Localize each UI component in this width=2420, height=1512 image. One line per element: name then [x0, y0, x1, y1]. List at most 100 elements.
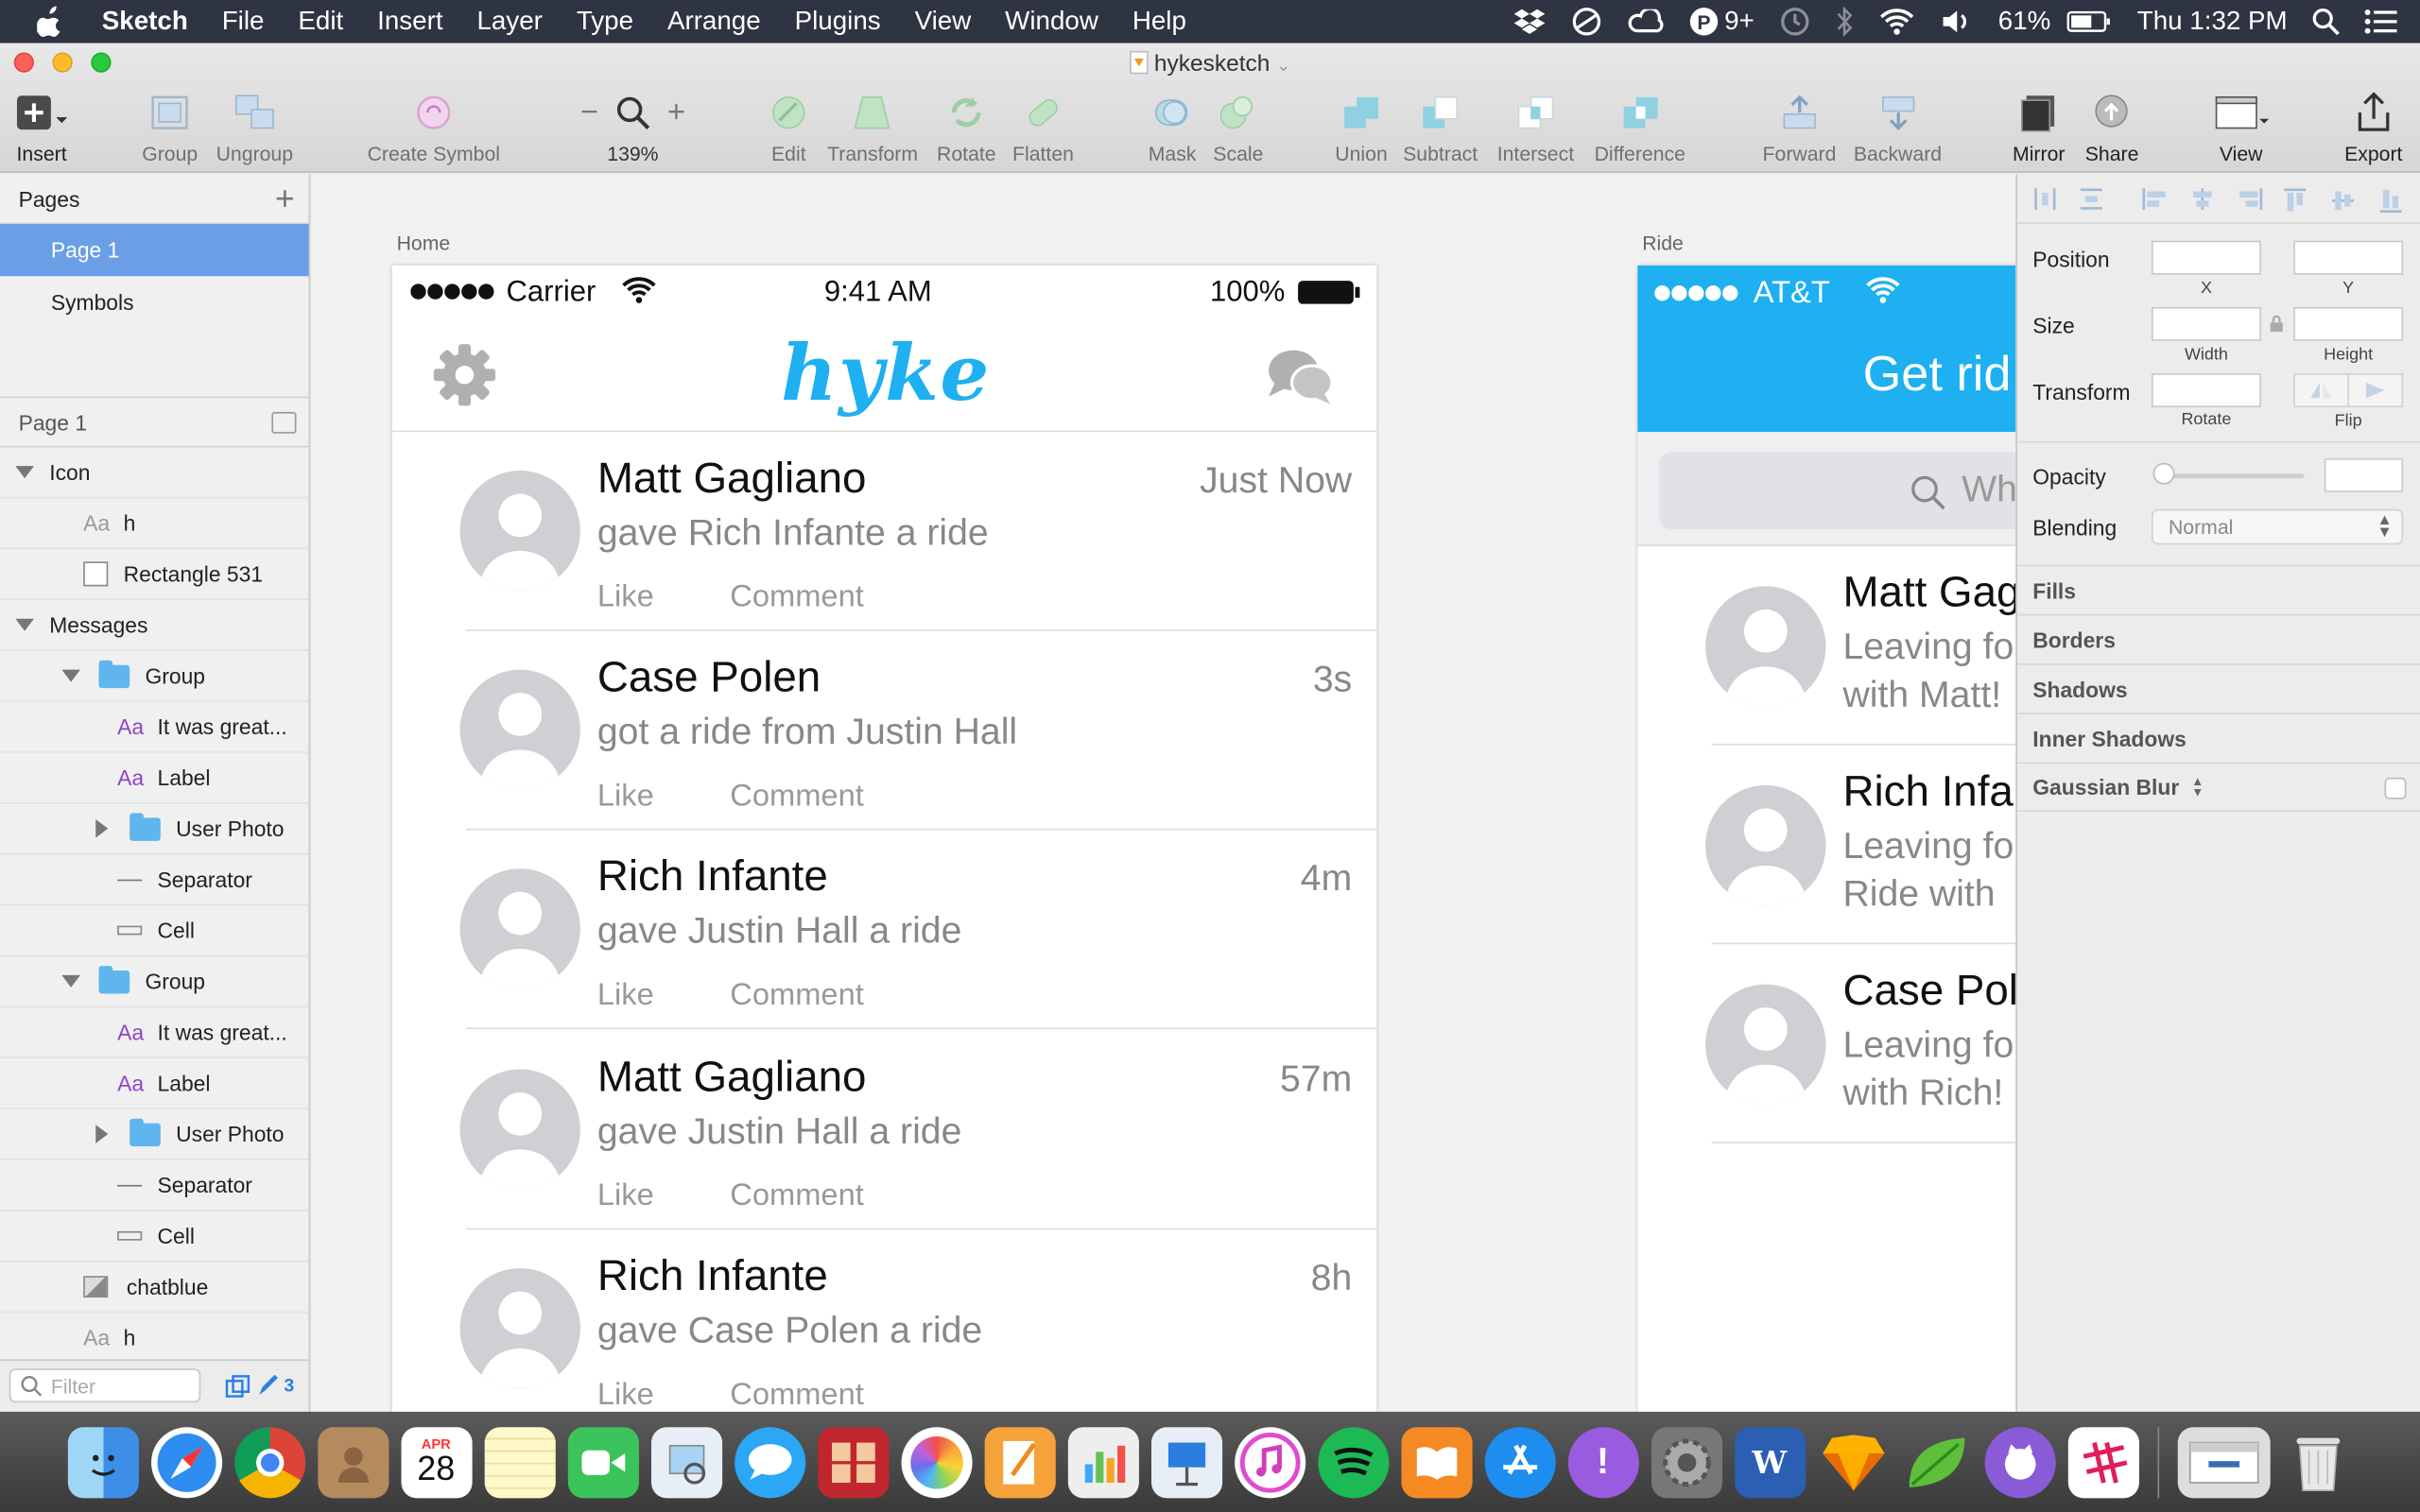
- layer-row[interactable]: Aa Label: [0, 1058, 309, 1109]
- settings-gear-icon[interactable]: [431, 341, 499, 409]
- github-icon[interactable]: [1983, 1426, 2055, 1498]
- ride-list-item[interactable]: Rich Infar Leaving fo Ride with: [1637, 746, 2016, 945]
- like-button[interactable]: Like: [597, 1378, 654, 1412]
- chrome-icon[interactable]: [233, 1426, 305, 1498]
- gaussian-blur-section[interactable]: Gaussian Blur ▲ ▼: [2016, 762, 2420, 812]
- ride-list-item[interactable]: Matt Gag Leaving fo with Matt!: [1637, 546, 2016, 746]
- leaf-app-icon[interactable]: [1901, 1426, 1972, 1497]
- width-input[interactable]: [2151, 306, 2261, 341]
- layer-row[interactable]: Rectangle 531: [0, 549, 309, 601]
- user-avatar[interactable]: [459, 1068, 580, 1190]
- user-avatar[interactable]: [1705, 985, 1826, 1106]
- time-machine-icon[interactable]: [1779, 7, 1810, 38]
- mirror-button[interactable]: Mirror: [2013, 90, 2065, 165]
- battery-icon[interactable]: [2066, 9, 2113, 34]
- menu-view[interactable]: View: [915, 7, 972, 38]
- comment-button[interactable]: Comment: [730, 780, 864, 816]
- itunes-icon[interactable]: [1234, 1426, 1305, 1498]
- artboard-home[interactable]: Carrier 9:41 AM 100% hyke Matt Gagliano g…: [391, 265, 1377, 1412]
- flip-horizontal-icon[interactable]: [2295, 374, 2349, 406]
- system-preferences-icon[interactable]: [1651, 1426, 1722, 1498]
- view-button[interactable]: View: [2213, 90, 2270, 165]
- clock[interactable]: Thu 1:32 PM: [2137, 7, 2288, 38]
- shadows-section[interactable]: Shadows: [2016, 663, 2420, 713]
- wifi-icon[interactable]: [1877, 8, 1914, 35]
- distribute-vertical-icon[interactable]: [2079, 187, 2103, 212]
- like-button[interactable]: Like: [597, 780, 654, 816]
- opacity-slider[interactable]: [2159, 473, 2305, 479]
- menu-file[interactable]: File: [222, 7, 265, 38]
- preview-icon[interactable]: [650, 1426, 722, 1498]
- spotify-icon[interactable]: [1317, 1426, 1389, 1498]
- scale-button[interactable]: Scale: [1213, 90, 1263, 165]
- feed-user-name[interactable]: Rich Infante: [597, 852, 828, 902]
- feed-item[interactable]: Rich Infante gave Justin Hall a ride 4m Lik…: [392, 831, 1377, 1030]
- layer-row[interactable]: User Photo: [0, 804, 309, 855]
- page-item-page-1[interactable]: Page 1: [0, 223, 309, 277]
- union-button[interactable]: Union: [1335, 90, 1388, 165]
- flatten-button[interactable]: Flatten: [1012, 90, 1074, 165]
- zoom-control[interactable]: − + 139%: [580, 90, 685, 164]
- sync-icon[interactable]: [1571, 7, 1602, 38]
- opacity-input[interactable]: [2324, 457, 2404, 492]
- feed-item[interactable]: Matt Gagliano gave Rich Infante a ride Jus…: [392, 432, 1377, 631]
- flip-vertical-icon[interactable]: [2349, 375, 2402, 406]
- layer-row[interactable]: Aa h: [0, 498, 309, 550]
- notification-center-icon[interactable]: [2364, 9, 2398, 34]
- add-page-icon[interactable]: +: [275, 179, 295, 218]
- layer-row[interactable]: Cell: [0, 1211, 309, 1263]
- rotate-input[interactable]: [2151, 373, 2261, 408]
- rotate-button[interactable]: Rotate: [937, 90, 996, 165]
- align-bottom-icon[interactable]: [2378, 187, 2403, 215]
- disclosure-open-icon[interactable]: [61, 669, 80, 682]
- photos-icon[interactable]: [900, 1426, 972, 1498]
- safari-icon[interactable]: [150, 1426, 222, 1498]
- like-button[interactable]: Like: [597, 580, 654, 616]
- filter-edited-icon[interactable]: [256, 1373, 278, 1398]
- chat-bubbles-icon[interactable]: [1266, 346, 1337, 407]
- keynote-icon[interactable]: [1150, 1426, 1222, 1498]
- feed-item[interactable]: Matt Gagliano gave Justin Hall a ride 57m L…: [392, 1030, 1377, 1229]
- borders-section[interactable]: Borders: [2016, 613, 2420, 663]
- ride-search-field[interactable]: Wh: [1659, 452, 2016, 530]
- filter-input[interactable]: Filter: [9, 1368, 201, 1403]
- layer-row[interactable]: Aa Label: [0, 753, 309, 804]
- align-left-icon[interactable]: [2141, 187, 2169, 212]
- ride-user-name[interactable]: Rich Infar: [1842, 767, 2015, 816]
- layer-row[interactable]: Messages: [0, 600, 309, 651]
- feed-user-name[interactable]: Rich Infante: [597, 1251, 828, 1300]
- position-y-input[interactable]: [2293, 240, 2404, 275]
- user-avatar[interactable]: [459, 470, 580, 592]
- user-avatar[interactable]: [459, 868, 580, 990]
- feed-user-name[interactable]: Matt Gagliano: [597, 1052, 867, 1101]
- dropbox-icon[interactable]: [1512, 8, 1547, 35]
- disclosure-closed-icon[interactable]: [95, 818, 109, 838]
- menu-plugins[interactable]: Plugins: [795, 7, 881, 38]
- user-avatar[interactable]: [1705, 785, 1826, 906]
- photo-booth-icon[interactable]: [817, 1426, 889, 1498]
- height-input[interactable]: [2293, 306, 2404, 341]
- notes-icon[interactable]: [483, 1426, 555, 1498]
- feed-item[interactable]: Rich Infante gave Case Polen a ride 8h Like…: [392, 1229, 1377, 1412]
- create-symbol-button[interactable]: Create Symbol: [368, 90, 500, 165]
- layer-row[interactable]: chatblue: [0, 1263, 309, 1314]
- minimized-window-icon[interactable]: [2176, 1426, 2270, 1498]
- transform-button[interactable]: Transform: [827, 90, 918, 165]
- creative-cloud-icon[interactable]: [1627, 9, 1664, 34]
- design-canvas[interactable]: Home Ride Carrier 9:41 AM 100% hyke Matt…: [311, 174, 2016, 1412]
- position-x-input[interactable]: [2151, 240, 2261, 275]
- disclosure-open-icon[interactable]: [15, 466, 34, 479]
- disclosure-closed-icon[interactable]: [95, 1125, 109, 1143]
- trash-icon[interactable]: [2282, 1426, 2353, 1497]
- like-button[interactable]: Like: [597, 979, 654, 1015]
- disclosure-open-icon[interactable]: [61, 974, 80, 988]
- app-store-icon[interactable]: [1483, 1426, 1555, 1498]
- comment-button[interactable]: Comment: [730, 1178, 864, 1214]
- blur-type-arrows-icon[interactable]: ▲ ▼: [2191, 775, 2204, 798]
- layer-row[interactable]: Group: [0, 956, 309, 1008]
- contacts-icon[interactable]: [317, 1426, 389, 1498]
- word-icon[interactable]: W: [1734, 1426, 1806, 1498]
- layer-row[interactable]: Separator: [0, 1160, 309, 1211]
- ride-user-name[interactable]: Matt Gag: [1842, 568, 2015, 617]
- menu-type[interactable]: Type: [577, 7, 633, 38]
